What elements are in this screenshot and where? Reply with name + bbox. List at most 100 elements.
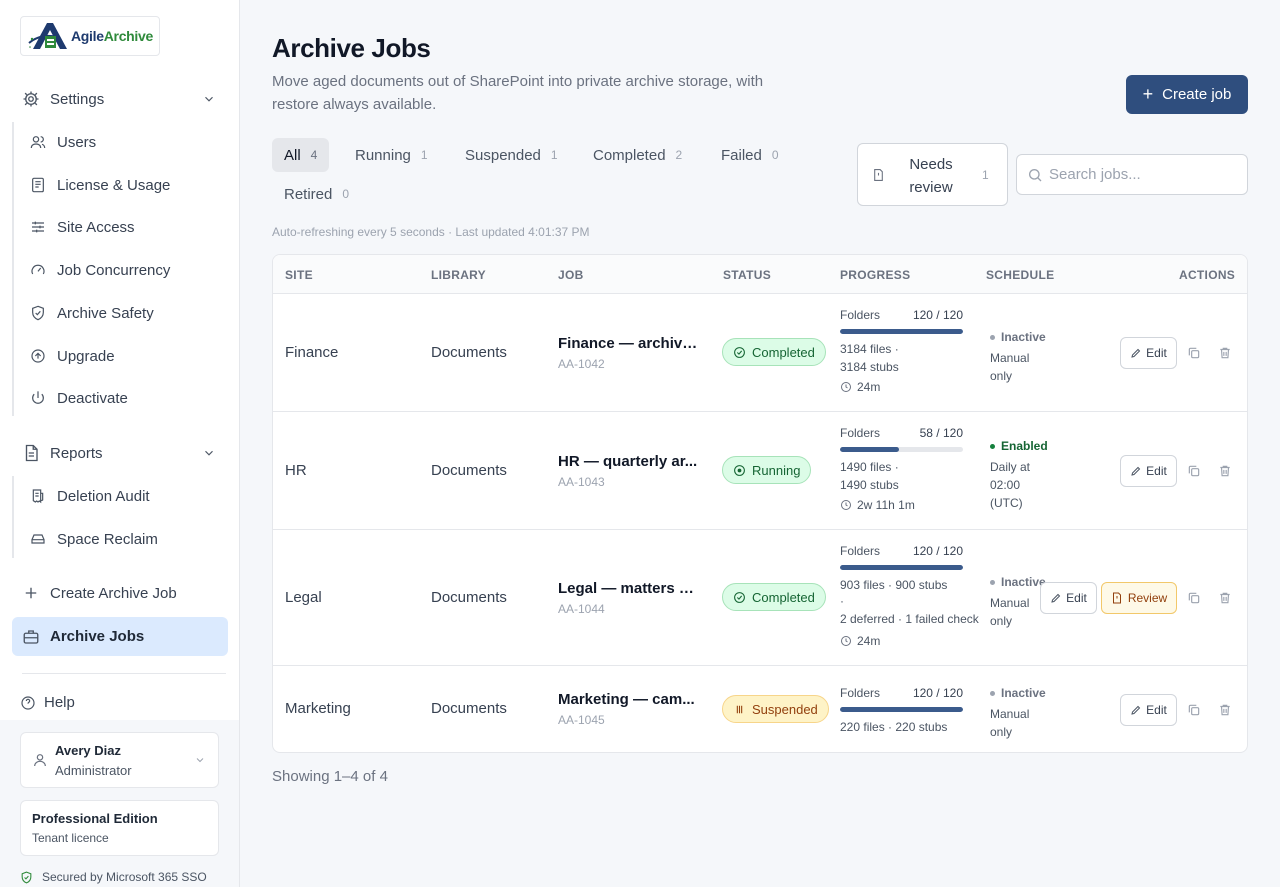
user-icon: [34, 754, 46, 767]
job-id: AA-1045: [558, 713, 605, 727]
column-header: ACTIONS: [1179, 268, 1236, 282]
copy-icon[interactable]: [1187, 703, 1201, 717]
column-header[interactable]: PROGRESS: [840, 268, 910, 282]
clock-icon: [841, 382, 851, 392]
library-cell: Documents: [431, 589, 507, 606]
sidebar-item-site-access[interactable]: Site Access: [30, 212, 135, 242]
tab-failed[interactable]: Failed 0: [709, 138, 791, 172]
edit-button[interactable]: Edit: [1120, 337, 1177, 369]
tab-completed[interactable]: Completed 2: [581, 138, 694, 172]
review-button[interactable]: Review: [1101, 582, 1177, 614]
create-job-button[interactable]: + Create job: [1126, 75, 1248, 114]
job-name-link[interactable]: Legal — matters b...: [558, 580, 698, 597]
sidebar-item-license-usage[interactable]: License & Usage: [30, 170, 170, 200]
edit-button[interactable]: Edit: [1120, 455, 1177, 487]
nav-settings[interactable]: Settings: [12, 82, 228, 116]
briefcase-icon: [23, 629, 39, 644]
nav-reports[interactable]: Reports: [12, 436, 228, 470]
status-label: Running: [752, 462, 801, 478]
copy-icon[interactable]: [1187, 346, 1201, 360]
sidebar-item-upgrade[interactable]: Upgrade: [30, 341, 115, 371]
duration: 24m: [840, 634, 880, 648]
progress-bar: [840, 447, 963, 452]
trash-icon[interactable]: [1218, 703, 1232, 717]
job-name-link[interactable]: HR — quarterly ar...: [558, 453, 698, 470]
needs-review-filter[interactable]: Needs review 1: [857, 143, 1008, 206]
schedule-state: Enabled: [990, 439, 1048, 453]
refresh-status: Auto-refreshing every 5 seconds · Last u…: [272, 225, 590, 239]
sso-text: Secured by Microsoft 365 SSO: [42, 870, 207, 884]
tab-retired[interactable]: Retired 0: [272, 177, 361, 211]
check-circle-icon: [734, 591, 745, 603]
tab-label: Retired: [284, 185, 333, 203]
column-header[interactable]: SCHEDULE: [986, 268, 1054, 282]
user-menu[interactable]: Avery Diaz Administrator: [20, 732, 219, 788]
trash-icon[interactable]: [1218, 464, 1232, 478]
sidebar-item-deactivate[interactable]: Deactivate: [30, 383, 128, 413]
tab-suspended[interactable]: Suspended 1: [453, 138, 570, 172]
tab-count: 2: [675, 148, 683, 162]
file-alert-icon: [874, 169, 883, 181]
status-badge: Suspended: [722, 695, 829, 723]
search-icon: [1029, 168, 1042, 181]
status-label: Completed: [752, 344, 815, 360]
user-name: Avery Diaz: [55, 743, 121, 758]
column-header[interactable]: LIBRARY: [431, 268, 486, 282]
table-row[interactable]: Finance Documents Finance — archive ... …: [273, 294, 1247, 412]
nav-help[interactable]: Help: [20, 694, 75, 711]
schedule-state-label: Inactive: [1001, 686, 1046, 700]
nav-jobs-label: Archive Jobs: [50, 628, 145, 645]
search-box[interactable]: [1016, 154, 1248, 195]
tab-count: 0: [771, 148, 779, 162]
brand-logo[interactable]: AgileArchive: [20, 16, 160, 56]
job-id: AA-1043: [558, 475, 605, 489]
sidebar-item-deletion-audit[interactable]: Deletion Audit: [30, 481, 150, 511]
user-role: Administrator: [55, 763, 132, 778]
deferred-note: 2 deferred · 1 failed check: [840, 612, 979, 626]
job-name-link[interactable]: Marketing — cam...: [558, 691, 698, 708]
needs-review-label: Needs review: [909, 156, 953, 196]
column-header[interactable]: JOB: [558, 268, 584, 282]
column-header[interactable]: SITE: [285, 268, 313, 282]
copy-icon[interactable]: [1187, 464, 1201, 478]
schedule-state: Inactive: [990, 575, 1046, 589]
sidebar-item-label: Space Reclaim: [57, 530, 158, 548]
nav-create-archive-job[interactable]: Create Archive Job: [12, 576, 228, 610]
sidebar-divider: [22, 673, 226, 674]
copy-icon[interactable]: [1187, 591, 1201, 605]
status-dot: [990, 443, 995, 449]
sidebar-item-job-concurrency[interactable]: Job Concurrency: [30, 255, 170, 285]
edition-name: Professional Edition: [32, 811, 158, 826]
edit-label: Edit: [1146, 464, 1167, 478]
pencil-icon: [1051, 593, 1061, 603]
nav-settings-label: Settings: [50, 90, 105, 108]
arrow-up-circle-icon: [31, 349, 45, 363]
table-row[interactable]: Marketing Documents Marketing — cam... A…: [273, 666, 1247, 752]
edit-button[interactable]: Edit: [1040, 582, 1097, 614]
edit-button[interactable]: Edit: [1120, 694, 1177, 726]
table-row[interactable]: Legal Documents Legal — matters b... AA-…: [273, 530, 1247, 666]
users-icon: [30, 136, 46, 149]
progress-label: Folders: [840, 308, 881, 322]
sidebar-item-archive-safety[interactable]: Archive Safety: [30, 298, 154, 328]
tab-running[interactable]: Running 1: [343, 138, 440, 172]
trash-icon[interactable]: [1218, 346, 1232, 360]
job-name-link[interactable]: Finance — archive ...: [558, 335, 698, 352]
sidebar-item-users[interactable]: Users: [30, 127, 96, 157]
search-input[interactable]: [1049, 166, 1239, 183]
sidebar-item-space-reclaim[interactable]: Space Reclaim: [30, 524, 158, 554]
sidebar-item-label: Users: [57, 133, 97, 151]
duration-text: 24m: [857, 634, 881, 648]
column-header[interactable]: STATUS: [723, 268, 771, 282]
status-badge: Running: [722, 456, 812, 484]
table-row[interactable]: HR Documents HR — quarterly ar... AA-104…: [273, 412, 1247, 530]
trash-icon[interactable]: [1218, 591, 1232, 605]
nav-archive-jobs[interactable]: Archive Jobs: [12, 617, 228, 656]
progress-bar: [840, 565, 963, 570]
review-label: Review: [1127, 591, 1168, 605]
progress-value: 120 / 120: [912, 686, 963, 700]
tab-all[interactable]: All 4: [272, 138, 330, 172]
library-cell: Documents: [431, 344, 507, 361]
tab-count: 1: [550, 148, 558, 162]
brand-name: AgileArchive: [71, 28, 153, 44]
